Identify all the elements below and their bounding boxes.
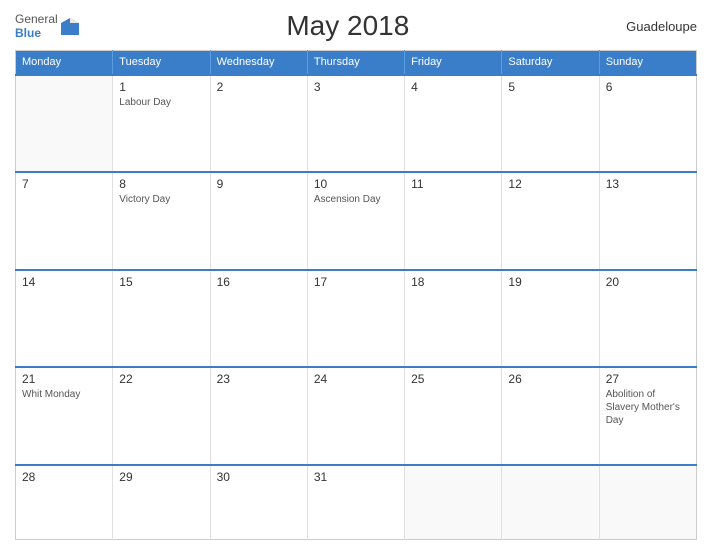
day-number: 27 <box>606 372 690 386</box>
calendar-day: 15 <box>113 270 210 368</box>
calendar-day: 1 Labour Day <box>113 75 210 173</box>
calendar-day: 4 <box>405 75 502 173</box>
day-number: 8 <box>119 177 203 191</box>
day-number: 19 <box>508 275 592 289</box>
calendar-day <box>405 465 502 540</box>
calendar-week-row: 14 15 16 17 18 19 20 <box>16 270 697 368</box>
col-wednesday: Wednesday <box>210 51 307 75</box>
calendar-week-row: 1 Labour Day 23456 <box>16 75 697 173</box>
header: General Blue May 2018 Guadeloupe <box>15 10 697 42</box>
day-number: 15 <box>119 275 203 289</box>
day-event: Abolition of Slavery Mother's Day <box>606 388 690 427</box>
calendar-day: 7 <box>16 172 113 270</box>
day-number: 7 <box>22 177 106 191</box>
calendar-day: 20 <box>599 270 696 368</box>
day-number: 23 <box>217 372 301 386</box>
col-tuesday: Tuesday <box>113 51 210 75</box>
calendar-day <box>16 75 113 173</box>
day-number: 26 <box>508 372 592 386</box>
calendar-header-row: Monday Tuesday Wednesday Thursday Friday… <box>16 51 697 75</box>
calendar-day: 27 Abolition of Slavery Mother's Day <box>599 367 696 465</box>
calendar-day: 23 <box>210 367 307 465</box>
day-number: 24 <box>314 372 398 386</box>
day-number: 6 <box>606 80 690 94</box>
calendar-day: 31 <box>307 465 404 540</box>
day-number: 12 <box>508 177 592 191</box>
day-number: 16 <box>217 275 301 289</box>
col-monday: Monday <box>16 51 113 75</box>
day-event: Ascension Day <box>314 193 398 206</box>
logo-blue: Blue <box>15 26 58 40</box>
calendar-week-row: 78 Victory Day 9 10 Ascension Day 11 12 13 <box>16 172 697 270</box>
col-saturday: Saturday <box>502 51 599 75</box>
calendar-day: 2 <box>210 75 307 173</box>
calendar-day: 9 <box>210 172 307 270</box>
calendar-day: 14 <box>16 270 113 368</box>
day-number: 20 <box>606 275 690 289</box>
day-event: Labour Day <box>119 96 203 109</box>
calendar-page: General Blue May 2018 Guadeloupe Monday … <box>0 0 712 550</box>
day-number: 3 <box>314 80 398 94</box>
calendar-day: 6 <box>599 75 696 173</box>
calendar-day: 18 <box>405 270 502 368</box>
calendar-day: 25 <box>405 367 502 465</box>
day-number: 18 <box>411 275 495 289</box>
day-number: 31 <box>314 470 398 484</box>
day-number: 11 <box>411 177 495 191</box>
col-thursday: Thursday <box>307 51 404 75</box>
calendar-day: 11 <box>405 172 502 270</box>
calendar-day: 16 <box>210 270 307 368</box>
day-number: 21 <box>22 372 106 386</box>
calendar-day: 8 Victory Day <box>113 172 210 270</box>
calendar-day: 28 <box>16 465 113 540</box>
country-label: Guadeloupe <box>617 19 697 34</box>
calendar-day: 29 <box>113 465 210 540</box>
calendar-day: 30 <box>210 465 307 540</box>
day-number: 30 <box>217 470 301 484</box>
calendar-week-row: 28 29 30 31 <box>16 465 697 540</box>
logo-general: General <box>15 12 58 26</box>
day-number: 13 <box>606 177 690 191</box>
day-number: 4 <box>411 80 495 94</box>
day-number: 5 <box>508 80 592 94</box>
calendar-day: 19 <box>502 270 599 368</box>
calendar-day: 10 Ascension Day <box>307 172 404 270</box>
calendar-week-row: 21 Whit Monday 22 23 24 25 26 27 Abolition of Sl… <box>16 367 697 465</box>
day-number: 17 <box>314 275 398 289</box>
day-number: 1 <box>119 80 203 94</box>
calendar-day: 21 Whit Monday <box>16 367 113 465</box>
calendar-day: 24 <box>307 367 404 465</box>
day-number: 14 <box>22 275 106 289</box>
calendar-table: Monday Tuesday Wednesday Thursday Friday… <box>15 50 697 540</box>
calendar-day: 17 <box>307 270 404 368</box>
logo: General Blue <box>15 12 79 41</box>
calendar-day: 3 <box>307 75 404 173</box>
day-number: 29 <box>119 470 203 484</box>
calendar-day: 5 <box>502 75 599 173</box>
calendar-day: 26 <box>502 367 599 465</box>
day-number: 2 <box>217 80 301 94</box>
calendar-day <box>599 465 696 540</box>
month-title: May 2018 <box>79 10 617 42</box>
day-number: 25 <box>411 372 495 386</box>
calendar-day: 12 <box>502 172 599 270</box>
day-event: Whit Monday <box>22 388 106 401</box>
day-number: 9 <box>217 177 301 191</box>
calendar-day: 13 <box>599 172 696 270</box>
day-event: Victory Day <box>119 193 203 206</box>
col-friday: Friday <box>405 51 502 75</box>
day-number: 22 <box>119 372 203 386</box>
logo-flag-icon <box>61 17 79 35</box>
calendar-day <box>502 465 599 540</box>
day-number: 10 <box>314 177 398 191</box>
calendar-day: 22 <box>113 367 210 465</box>
col-sunday: Sunday <box>599 51 696 75</box>
day-number: 28 <box>22 470 106 484</box>
